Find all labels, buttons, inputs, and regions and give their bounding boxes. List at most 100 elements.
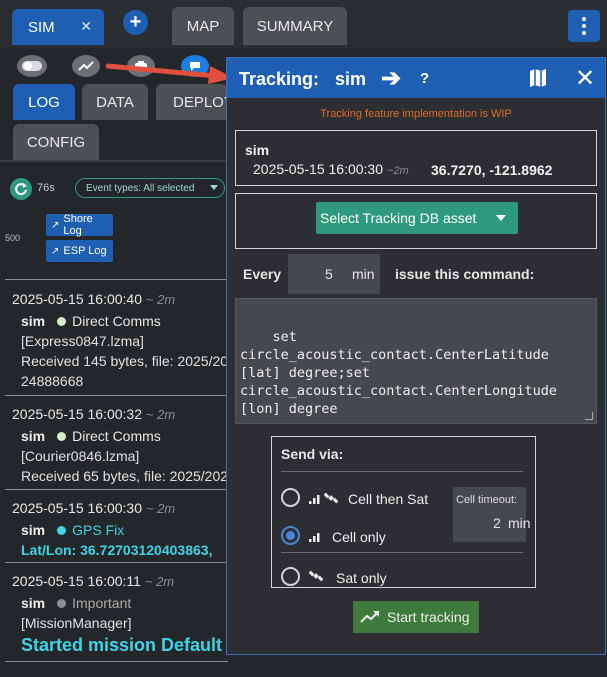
trend-icon[interactable] xyxy=(72,55,100,77)
more-menu-icon[interactable] xyxy=(568,10,600,42)
entry-line: Received 145 bytes, file: 2025/20 xyxy=(21,353,228,369)
option-cell-only[interactable]: Cell only xyxy=(332,529,386,545)
select-tracking-asset-button[interactable]: Select Tracking DB asset xyxy=(316,202,518,234)
summary-datetime: 2025-05-15 16:00:30 xyxy=(253,161,383,177)
wip-notice: Tracking feature implementation is WIP xyxy=(320,108,512,120)
tab-map[interactable]: MAP xyxy=(172,7,234,45)
radio-cell-only[interactable] xyxy=(281,526,300,545)
divider xyxy=(5,489,228,490)
tab-deploy[interactable]: DEPLOY xyxy=(156,84,228,120)
trend-up-icon xyxy=(360,611,379,623)
axis-tick-label: 500 xyxy=(5,233,21,243)
entry-timestamp: 2025-05-15 16:00:30 xyxy=(12,500,142,516)
event-types-select[interactable]: Event types: All selected xyxy=(75,178,225,198)
command-text: set circle_acoustic_contact.CenterLatitu… xyxy=(240,329,557,417)
help-icon[interactable]: ? xyxy=(420,70,429,87)
interval-unit: min xyxy=(352,266,375,282)
radio-sat-only[interactable] xyxy=(281,567,300,586)
entry-kind: Direct Comms xyxy=(72,428,161,444)
dialog-header: Tracking: sim ➔ ? ✕ xyxy=(227,58,605,98)
log-entry[interactable]: 2025-05-15 16:00:40 ~ 2m sim Direct Comms… xyxy=(12,291,228,389)
entry-ago: ~ 2m xyxy=(145,292,176,307)
entry-kind: GPS Fix xyxy=(72,522,125,538)
status-dot-icon xyxy=(57,432,67,441)
cell-signal-icon xyxy=(309,533,320,542)
dialog-title: Tracking: xyxy=(239,69,320,89)
log-entry[interactable]: 2025-05-15 16:00:30 ~ 2m sim GPS Fix Lat/… xyxy=(12,500,228,558)
satellite-icon xyxy=(308,570,324,582)
tab-log[interactable]: LOG xyxy=(13,84,75,120)
interval-input[interactable]: 5 min xyxy=(288,254,380,294)
tab-summary[interactable]: SUMMARY xyxy=(243,7,347,45)
map-icon[interactable] xyxy=(529,68,547,88)
entry-line: [MissionManager] xyxy=(21,615,132,631)
divider xyxy=(281,471,523,472)
every-label: Every xyxy=(243,266,282,282)
esp-log-button[interactable]: ↗ ESP Log xyxy=(46,240,113,262)
dialog-vehicle: sim xyxy=(335,69,367,89)
entry-vehicle: sim xyxy=(21,313,46,329)
summary-vehicle: sim xyxy=(245,142,270,158)
tab-config[interactable]: CONFIG xyxy=(13,124,99,160)
log-panel: 76s Event types: All selected 500 ↗ Shor… xyxy=(0,164,228,677)
cell-timeout-value: 2 xyxy=(493,515,501,531)
close-tab-icon[interactable]: ✕ xyxy=(80,18,92,35)
close-icon[interactable]: ✕ xyxy=(575,64,595,93)
cell-timeout-label: Cell timeout: xyxy=(456,494,518,506)
refresh-icon[interactable] xyxy=(10,178,32,200)
status-dot-icon xyxy=(57,526,67,535)
status-dot-icon xyxy=(57,317,67,326)
entry-timestamp: 2025-05-15 16:00:40 xyxy=(12,291,142,307)
divider xyxy=(5,661,228,662)
resize-handle-icon[interactable] xyxy=(585,412,593,420)
entry-ago: ~ 2m xyxy=(144,574,175,589)
entry-highlight: Started mission Default xyxy=(21,635,223,655)
add-tab-button[interactable]: + xyxy=(123,10,148,35)
tab-sim[interactable]: SIM ✕ xyxy=(12,9,104,45)
log-entry[interactable]: 2025-05-15 16:00:32 ~ 2m sim Direct Comms… xyxy=(12,406,228,484)
divider xyxy=(5,562,228,563)
entry-ago: ~ 2m xyxy=(145,407,176,422)
entry-line: 24888668 xyxy=(21,373,84,389)
start-tracking-label: Start tracking xyxy=(387,609,470,625)
esp-log-label: ESP Log xyxy=(63,245,107,257)
cell-signal-icon xyxy=(309,495,320,504)
entry-kind: Direct Comms xyxy=(72,313,161,329)
radio-cell-then-sat[interactable] xyxy=(281,488,300,507)
entry-kind: Important xyxy=(72,595,132,611)
external-link-icon: ↗ xyxy=(51,219,60,231)
entry-vehicle: sim xyxy=(21,428,46,444)
status-dot-icon xyxy=(57,599,67,608)
entry-line: [Express0847.lzma] xyxy=(21,333,144,349)
command-textarea[interactable]: set circle_acoustic_contact.CenterLatitu… xyxy=(235,298,597,424)
entry-timestamp: 2025-05-15 16:00:32 xyxy=(12,406,142,422)
toggle-icon[interactable] xyxy=(17,55,47,77)
entry-timestamp: 2025-05-15 16:00:11 xyxy=(12,573,141,589)
entry-line: [Courier0846.lzma] xyxy=(21,448,140,464)
asset-select-box: Select Tracking DB asset xyxy=(235,193,597,249)
entry-line: Lat/Lon: 36.72703120403863, xyxy=(21,542,213,558)
vehicle-summary: sim 2025-05-15 16:00:30 ~2m 36.7270, -121… xyxy=(235,130,597,186)
tab-data[interactable]: DATA xyxy=(82,84,148,120)
divider xyxy=(5,279,228,280)
log-entry[interactable]: 2025-05-15 16:00:11 ~ 2m sim Important [M… xyxy=(12,573,228,656)
cell-timeout-unit: min xyxy=(508,515,531,531)
tab-divider xyxy=(0,160,228,162)
satellite-icon xyxy=(323,492,339,504)
option-cell-then-sat[interactable]: Cell then Sat xyxy=(348,491,428,507)
tracking-dialog: Tracking: sim ➔ ? ✕ Tracking feature imp… xyxy=(226,57,606,655)
interval-value: 5 xyxy=(325,266,333,282)
select-asset-label: Select Tracking DB asset xyxy=(320,210,477,226)
shore-log-button[interactable]: ↗ Shore Log xyxy=(46,213,113,237)
entry-vehicle: sim xyxy=(21,595,46,611)
divider xyxy=(281,552,523,553)
cell-timeout-input[interactable]: Cell timeout: 2 min xyxy=(453,487,531,542)
send-via-label: Send via: xyxy=(281,446,344,462)
start-tracking-button[interactable]: Start tracking xyxy=(353,601,479,633)
issue-command-label: issue this command: xyxy=(395,266,535,282)
arrow-right-icon[interactable]: ➔ xyxy=(381,64,401,93)
option-sat-only[interactable]: Sat only xyxy=(336,570,387,586)
entry-ago: ~ 2m xyxy=(145,501,176,516)
summary-ago: ~2m xyxy=(387,165,409,177)
refresh-countdown: 76s xyxy=(37,182,55,194)
